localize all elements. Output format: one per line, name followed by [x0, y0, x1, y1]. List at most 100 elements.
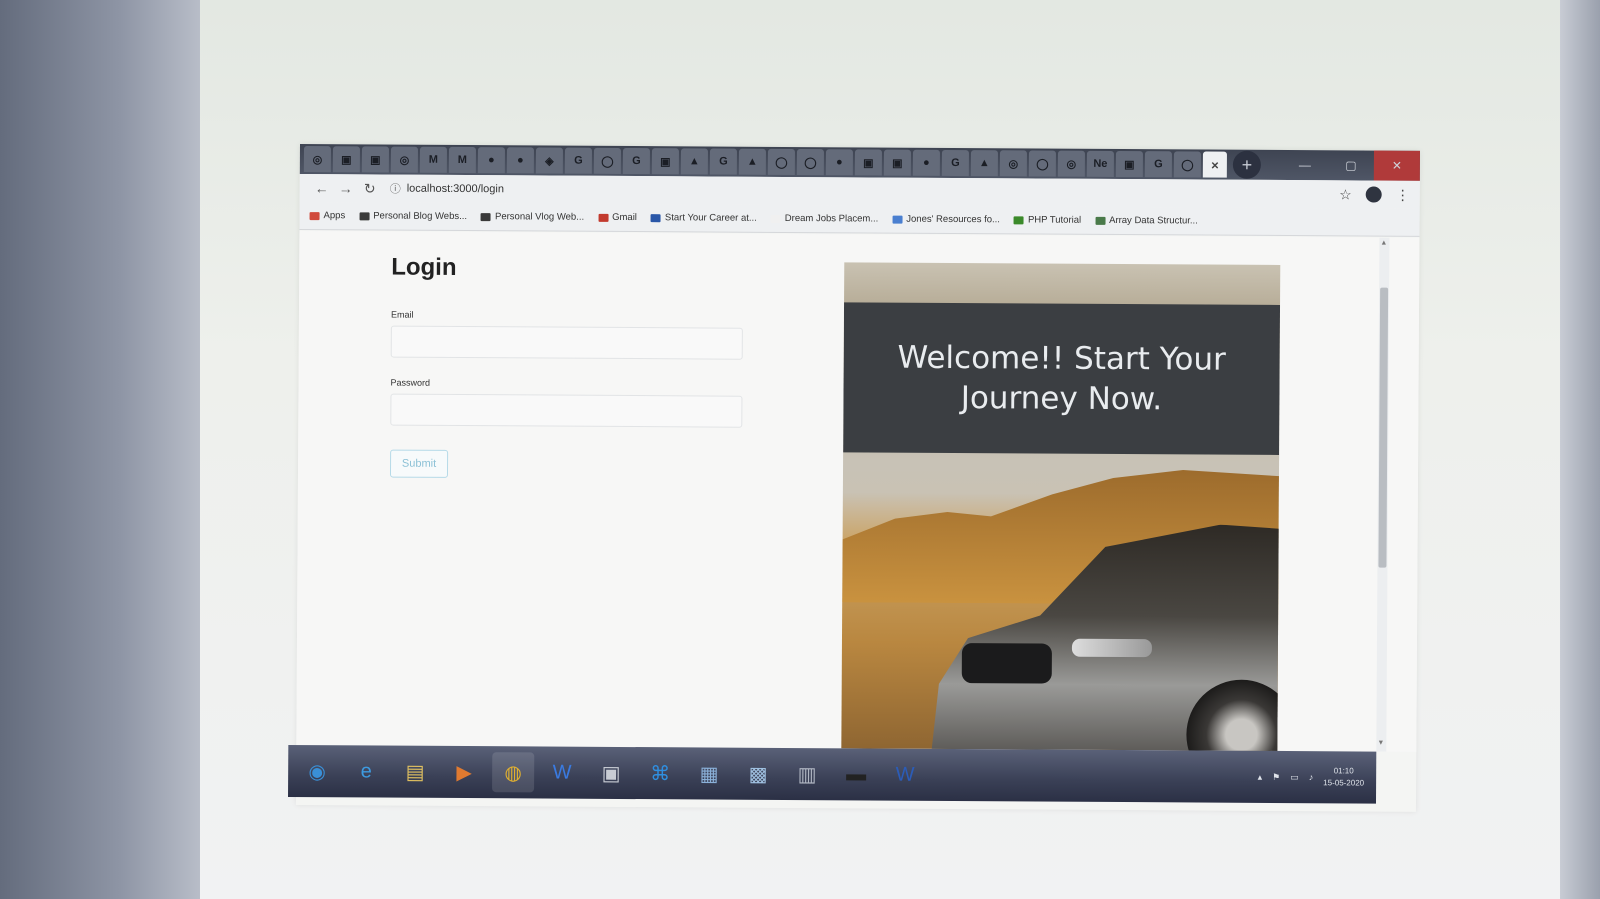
- taskbar-app2-icon[interactable]: ▩: [737, 754, 779, 794]
- bookmark-favicon-icon: [892, 215, 903, 224]
- browser-tab[interactable]: ▣: [854, 149, 882, 176]
- scroll-up-icon[interactable]: ▲: [1380, 240, 1387, 247]
- taskbar-ie-icon[interactable]: e: [345, 751, 387, 791]
- browser-tab[interactable]: ◯: [1173, 151, 1201, 178]
- forward-icon[interactable]: →: [334, 180, 358, 196]
- bookmark-star-icon[interactable]: ☆: [1339, 186, 1352, 203]
- reload-icon[interactable]: ↻: [358, 180, 382, 197]
- bookmark-item[interactable]: PHP Tutorial: [1013, 214, 1082, 226]
- browser-tab[interactable]: ◯: [796, 149, 824, 176]
- bookmark-item[interactable]: Personal Vlog Web...: [481, 211, 584, 223]
- email-label: Email: [390, 309, 414, 320]
- browser-tab[interactable]: ◎: [999, 150, 1027, 177]
- browser-tab[interactable]: M: [419, 146, 447, 173]
- close-window-button[interactable]: ✕: [1373, 150, 1420, 181]
- system-tray: ▴ ⚑ ▭ ♪ 01:10 15-05-2020: [1258, 765, 1377, 790]
- taskbar-app-icon[interactable]: ▦: [688, 753, 730, 793]
- window-controls: — ▢ ✕: [1282, 150, 1420, 181]
- taskbar-explorer-icon[interactable]: ▤: [394, 752, 436, 792]
- taskbar-window-icon[interactable]: ▣: [590, 753, 632, 793]
- bookmark-favicon-icon: [770, 214, 781, 223]
- browser-tab[interactable]: ◎: [390, 146, 418, 173]
- profile-avatar[interactable]: [1365, 186, 1382, 203]
- tray-expand-icon[interactable]: ▴: [1258, 771, 1263, 782]
- page-title: Login: [391, 253, 457, 281]
- page-content: Login Email Password Submit Welcome!! St…: [296, 230, 1420, 752]
- site-info-icon[interactable]: ⓘ: [390, 181, 401, 197]
- bookmark-item[interactable]: Personal Blog Webs...: [359, 210, 467, 222]
- bookmark-label: Personal Blog Webs...: [373, 210, 468, 223]
- monitor-icon[interactable]: ▭: [1290, 772, 1299, 783]
- browser-tab[interactable]: ●: [477, 147, 505, 174]
- bookmark-label: Start Your Career at...: [664, 212, 757, 224]
- browser-tab[interactable]: G: [622, 147, 650, 175]
- bookmark-item[interactable]: Apps: [309, 210, 345, 221]
- browser-tab[interactable]: ◎: [303, 146, 331, 173]
- bookmark-favicon-icon: [481, 212, 492, 221]
- taskbar-media-icon[interactable]: ▶: [443, 752, 485, 792]
- email-field[interactable]: [390, 325, 743, 360]
- browser-tab[interactable]: ▣: [883, 149, 911, 176]
- browser-tab[interactable]: G: [1144, 151, 1172, 178]
- bookmark-item[interactable]: Start Your Career at...: [650, 212, 757, 224]
- windows-taskbar: ◉ e ▤ ▶ ◍ W ▣ ⌘ ▦ ▩ ▥ ▬ W ▴ ⚑ ▭ ♪ 01:10 15-05-2020: [288, 744, 1377, 804]
- volume-icon[interactable]: ♪: [1309, 772, 1314, 782]
- screen: ◎ ▣ ▣ ◎ M M ● ● ◈ G ◯ G ▣ ▲ G ▲ ◯ ◯ ● ▣ ▣ ● G ▲ ◎ ◯ ◎ Ne ▣ G ◯ × + — ▢…: [288, 144, 1420, 812]
- taskbar-vscode-icon[interactable]: ⌘: [639, 753, 681, 793]
- car-grille: [961, 643, 1052, 684]
- browser-tab[interactable]: ▲: [738, 148, 766, 175]
- scroll-down-icon[interactable]: ▼: [1377, 740, 1384, 747]
- browser-tab[interactable]: ▲: [970, 150, 998, 177]
- page-scrollbar[interactable]: ▲ ▼: [1376, 237, 1390, 752]
- browser-tab[interactable]: ◯: [1028, 150, 1056, 177]
- browser-tab[interactable]: ▣: [361, 146, 389, 173]
- bookmark-item[interactable]: Jones' Resources fo...: [892, 214, 1000, 225]
- bookmark-item[interactable]: Array Data Structur...: [1095, 215, 1198, 226]
- clock[interactable]: 01:10 15-05-2020: [1323, 765, 1364, 789]
- password-field[interactable]: [390, 393, 743, 428]
- taskbar-app3-icon[interactable]: ▥: [786, 754, 828, 794]
- minimize-button[interactable]: —: [1282, 150, 1328, 180]
- browser-tab[interactable]: G: [941, 149, 969, 177]
- network-icon[interactable]: ⚑: [1272, 771, 1280, 782]
- browser-tab[interactable]: M: [448, 146, 476, 174]
- menu-kebab-icon[interactable]: ⋮: [1396, 186, 1410, 203]
- browser-tab[interactable]: ●: [825, 149, 853, 176]
- new-tab-button[interactable]: +: [1232, 150, 1261, 179]
- browser-tab[interactable]: ◯: [593, 147, 621, 174]
- url-text: localhost:3000/login: [406, 182, 505, 196]
- bookmark-favicon-icon: [650, 213, 661, 222]
- taskbar-cmd-icon[interactable]: ▬: [835, 754, 877, 794]
- browser-tab[interactable]: ▣: [651, 148, 679, 175]
- browser-tab[interactable]: ▲: [680, 148, 708, 175]
- bookmark-favicon-icon: [359, 211, 370, 220]
- monitor-bezel-left: [0, 0, 200, 899]
- bookmark-item[interactable]: Gmail: [598, 212, 637, 223]
- browser-tab[interactable]: ◎: [1057, 150, 1085, 177]
- browser-tab[interactable]: Ne: [1086, 150, 1114, 177]
- browser-tab[interactable]: ▣: [332, 146, 360, 173]
- taskbar-chrome-icon[interactable]: ◍: [492, 752, 535, 793]
- browser-tab[interactable]: ◈: [535, 147, 563, 174]
- scrollbar-thumb[interactable]: [1378, 287, 1389, 568]
- active-tab-close-button[interactable]: ×: [1202, 151, 1227, 178]
- maximize-button[interactable]: ▢: [1328, 150, 1374, 180]
- bookmark-favicon-icon: [1013, 215, 1024, 224]
- browser-tab[interactable]: ◯: [767, 148, 795, 176]
- address-bar[interactable]: ⓘ localhost:3000/login: [389, 177, 1340, 206]
- taskbar-word-icon[interactable]: W: [884, 755, 926, 795]
- monitor-bezel-right: [1560, 0, 1600, 899]
- browser-tab[interactable]: ●: [506, 147, 534, 174]
- bookmark-item[interactable]: Dream Jobs Placem...: [770, 213, 878, 225]
- taskbar-wps-icon[interactable]: W: [541, 752, 583, 792]
- car-headlight: [1071, 638, 1152, 658]
- clock-date: 15-05-2020: [1323, 778, 1365, 788]
- back-icon[interactable]: ←: [310, 180, 334, 196]
- browser-tab[interactable]: ●: [912, 149, 940, 176]
- taskbar-start-icon[interactable]: ◉: [296, 751, 338, 791]
- submit-button[interactable]: Submit: [389, 449, 449, 478]
- bookmark-label: PHP Tutorial: [1027, 214, 1082, 226]
- browser-tab[interactable]: G: [564, 147, 592, 174]
- browser-tab[interactable]: G: [709, 148, 737, 175]
- browser-tab[interactable]: ▣: [1115, 150, 1143, 178]
